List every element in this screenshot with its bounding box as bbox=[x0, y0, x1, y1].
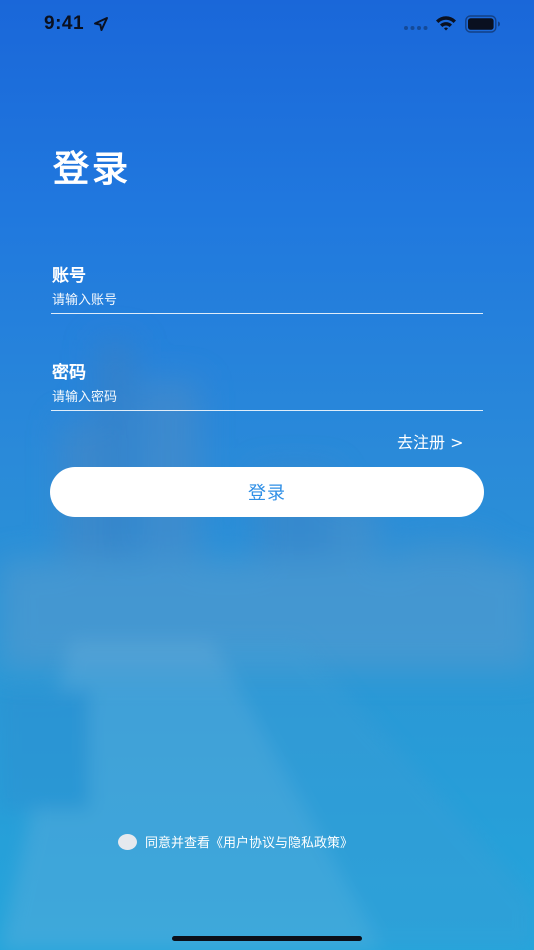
password-input[interactable] bbox=[51, 385, 483, 411]
battery-icon bbox=[465, 15, 500, 33]
account-input[interactable] bbox=[51, 288, 483, 314]
home-indicator[interactable] bbox=[172, 936, 362, 941]
login-screen: 9:41 登录 账号 密码 去注册 > 登录 同意并查看《用户协议与隐私政策》 bbox=[0, 0, 534, 950]
status-bar: 9:41 bbox=[0, 0, 534, 50]
account-label: 账号 bbox=[52, 266, 86, 286]
agreement-text[interactable]: 同意并查看《用户协议与隐私政策》 bbox=[145, 832, 353, 851]
wifi-icon bbox=[436, 16, 456, 31]
agree-checkbox[interactable] bbox=[118, 833, 137, 850]
page-title: 登录 bbox=[53, 149, 132, 190]
status-time: 9:41 bbox=[44, 13, 85, 34]
agreement-row: 同意并查看《用户协议与隐私政策》 bbox=[118, 832, 353, 851]
login-button[interactable]: 登录 bbox=[50, 467, 484, 517]
register-link[interactable]: 去注册 > bbox=[397, 429, 464, 453]
location-arrow-icon bbox=[94, 17, 108, 31]
password-label: 密码 bbox=[52, 363, 86, 383]
signal-icon bbox=[404, 26, 428, 30]
